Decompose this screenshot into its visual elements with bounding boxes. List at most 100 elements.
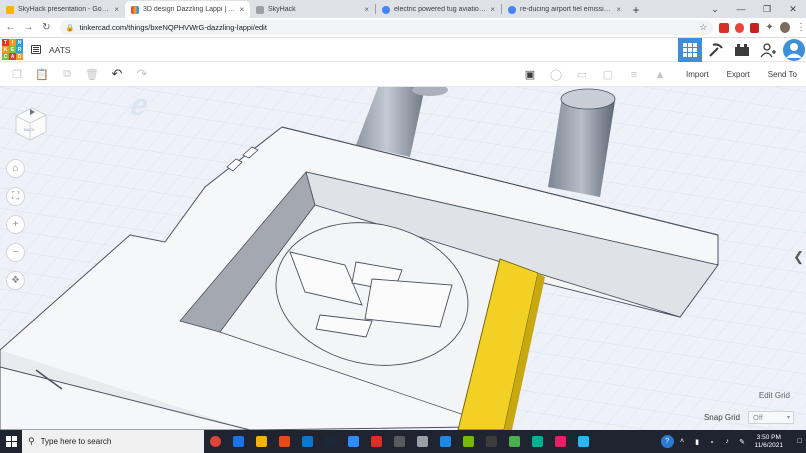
volume-icon[interactable]: ♪	[721, 435, 734, 448]
taskbar-search-input[interactable]: ⚲ Type here to search	[22, 430, 204, 453]
taskbar-app-icon[interactable]	[342, 430, 365, 453]
taskbar-app-icon[interactable]	[388, 430, 411, 453]
taskbar-app-icon[interactable]	[549, 430, 572, 453]
perspective-toggle-button[interactable]: ❖	[6, 271, 25, 290]
notes-icon[interactable]: ▣	[522, 67, 538, 83]
chevron-up-icon[interactable]: ˄	[676, 435, 689, 448]
tab-label: re-ducing airport fiel emissions -	[520, 6, 613, 13]
google-favicon-icon	[382, 5, 390, 14]
taskbar-app-icon[interactable]	[526, 430, 549, 453]
bookmark-star-icon[interactable]: ☆	[699, 22, 707, 33]
reload-icon[interactable]: ↻	[39, 20, 54, 36]
taskbar-app-icon[interactable]	[296, 430, 319, 453]
maximize-button[interactable]: ❐	[754, 0, 780, 18]
group-icon[interactable]: ▭	[574, 67, 590, 83]
network-icon[interactable]: ∘	[706, 435, 719, 448]
paste-icon[interactable]: 📋	[34, 66, 50, 82]
3d-view-button[interactable]	[678, 38, 702, 62]
taskbar-app-icon[interactable]	[204, 430, 227, 453]
taskbar-app-icon[interactable]	[365, 430, 388, 453]
lock-icon: 🔒	[65, 24, 75, 32]
url-text: tinkercad.com/things/bxeNQPHVWrG-dazzlin…	[79, 23, 267, 32]
header-right	[676, 38, 806, 62]
logo-letter: A	[9, 53, 16, 60]
windows-logo-icon	[5, 436, 17, 447]
bricks-button[interactable]	[730, 38, 754, 62]
avatar-icon	[783, 39, 805, 61]
design-name[interactable]: AATS	[49, 45, 71, 55]
taskbar-app-icon[interactable]	[572, 430, 595, 453]
notifications-icon[interactable]: □	[793, 435, 806, 448]
profile-avatar[interactable]	[779, 22, 790, 33]
tab-close-icon[interactable]: ×	[114, 5, 119, 14]
taskbar-app-icon[interactable]	[273, 430, 296, 453]
zoom-out-button[interactable]: −	[6, 243, 25, 262]
pen-icon[interactable]: ✎	[736, 435, 749, 448]
align-icon[interactable]: ≡	[626, 67, 642, 83]
taskbar-app-icon[interactable]	[250, 430, 273, 453]
close-window-button[interactable]: ✕	[780, 0, 806, 18]
design-list-icon[interactable]	[31, 45, 41, 54]
blocks-button[interactable]	[704, 38, 728, 62]
mirror-icon[interactable]: ▲	[652, 67, 668, 83]
copy-icon[interactable]: ❐	[9, 66, 25, 82]
ungroup-icon[interactable]: ▢	[600, 67, 616, 83]
minimize-button[interactable]: —	[728, 0, 754, 18]
send-to-button[interactable]: Send To	[768, 70, 797, 79]
taskbar-app-icon[interactable]	[434, 430, 457, 453]
tab-close-icon[interactable]: ×	[490, 5, 495, 14]
extension-icon[interactable]	[734, 22, 744, 33]
skyhack-favicon-icon	[256, 5, 264, 14]
redo-icon[interactable]: ↷	[134, 66, 150, 82]
taskbar-app-icon[interactable]	[503, 430, 526, 453]
extensions-puzzle-icon[interactable]: ✦	[765, 22, 773, 33]
edit-grid-button[interactable]: Edit Grid	[759, 391, 790, 400]
extension-icon[interactable]	[749, 22, 760, 33]
browser-tab[interactable]: SkyHack ×	[250, 1, 375, 18]
browser-tab[interactable]: SkyHack presentation - Google Sl ×	[0, 1, 125, 18]
extension-icon[interactable]	[719, 22, 729, 33]
tab-search-icon[interactable]: ⌄	[702, 0, 728, 18]
taskbar-clock[interactable]: 3:50 PM 11/6/2021	[755, 434, 783, 450]
view-cube[interactable]: BACK	[12, 102, 50, 142]
browser-menu-icon[interactable]: ⋮	[796, 22, 806, 33]
taskbar-app-icon[interactable]	[227, 430, 250, 453]
light-bulb-icon[interactable]: ◯	[548, 67, 564, 83]
back-arrow-icon[interactable]: ←	[3, 20, 18, 36]
tab-close-icon[interactable]: ×	[364, 5, 369, 14]
undo-icon[interactable]: ↶	[109, 66, 125, 82]
browser-tab[interactable]: re-ducing airport fiel emissions - ×	[502, 1, 627, 18]
start-button[interactable]	[0, 430, 22, 453]
tinkercad-logo[interactable]: TINKERCAD	[2, 39, 23, 60]
snap-grid-select[interactable]: Off ▾	[748, 411, 794, 424]
workplane-canvas[interactable]: e BACK ⌂ ⛶ + − ❖ ❮ Edit Grid Snap Grid O…	[0, 87, 806, 430]
fit-view-button[interactable]: ⛶	[6, 187, 25, 206]
new-tab-button[interactable]: +	[627, 1, 645, 18]
tab-close-icon[interactable]: ×	[616, 5, 621, 14]
delete-icon[interactable]: 🗑	[84, 66, 100, 82]
forward-arrow-icon[interactable]: →	[21, 20, 36, 36]
brick-icon	[735, 44, 749, 56]
taskbar-app-icon[interactable]	[480, 430, 503, 453]
user-avatar[interactable]	[782, 38, 806, 62]
taskbar-app-icon[interactable]	[411, 430, 434, 453]
taskbar-app-icon[interactable]	[319, 430, 342, 453]
home-view-button[interactable]: ⌂	[6, 159, 25, 178]
duplicate-icon[interactable]: ⧉	[59, 66, 75, 82]
taskbar-app-icon[interactable]	[457, 430, 480, 453]
export-button[interactable]: Export	[727, 70, 750, 79]
screen: SkyHack presentation - Google Sl × 3D de…	[0, 0, 806, 453]
browser-tab[interactable]: electric powered tug aviation - G ×	[376, 1, 501, 18]
import-button[interactable]: Import	[686, 70, 709, 79]
zoom-in-button[interactable]: +	[6, 215, 25, 234]
windows-taskbar: ⚲ Type here to search ? ˄ ▮ ∘ ♪ ✎ 3:50 P…	[0, 430, 806, 453]
add-user-button[interactable]	[756, 38, 780, 62]
help-icon[interactable]: ?	[660, 435, 674, 448]
shapes-panel-toggle-icon[interactable]: ❮	[793, 249, 804, 265]
tab-close-icon[interactable]: ×	[239, 5, 244, 14]
battery-icon[interactable]: ▮	[691, 435, 704, 448]
snap-grid-label: Snap Grid	[703, 413, 740, 422]
browser-tab-active[interactable]: 3D design Dazzling Lappi | Tinke ×	[125, 1, 250, 18]
logo-letter: T	[2, 39, 9, 46]
url-input[interactable]: 🔒 tinkercad.com/things/bxeNQPHVWrG-dazzl…	[59, 20, 714, 35]
